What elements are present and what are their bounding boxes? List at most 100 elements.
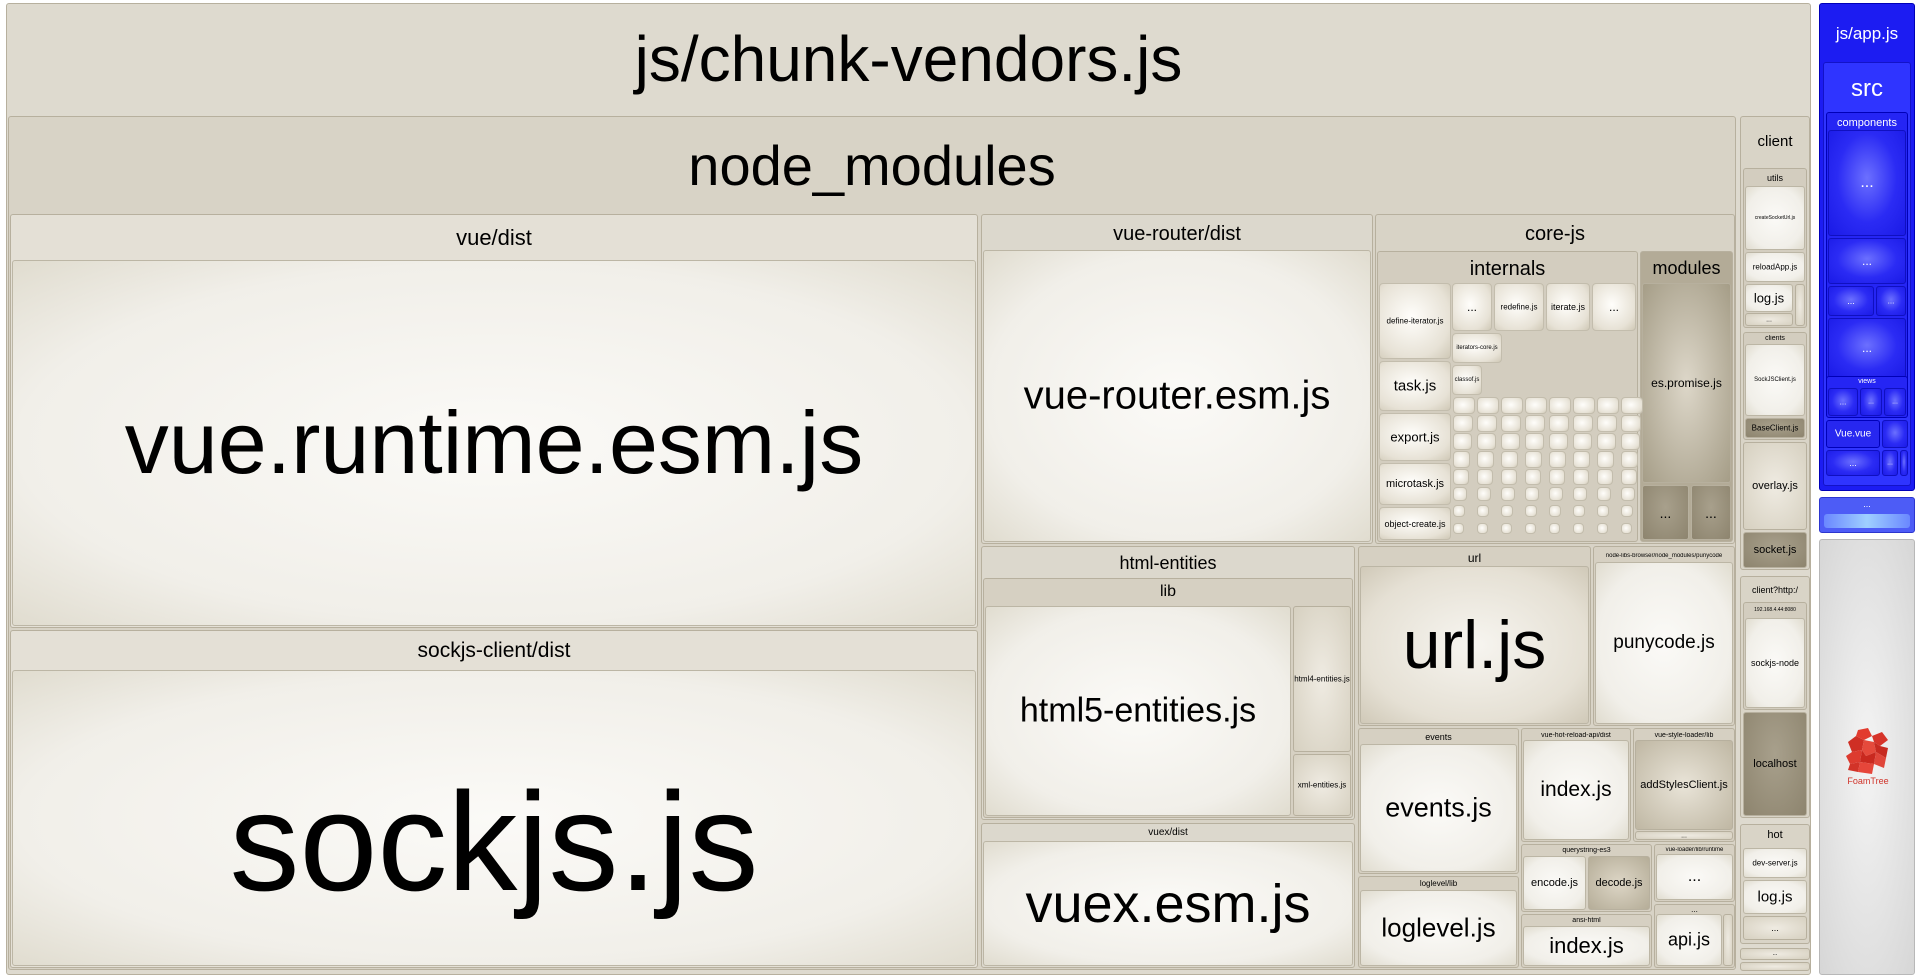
internals-small-file[interactable] <box>1573 469 1589 485</box>
internals-small-file[interactable] <box>1549 505 1562 518</box>
internals-small-file[interactable] <box>1477 451 1495 468</box>
modules-more-1[interactable]: ... <box>1642 485 1689 540</box>
dev-server-file[interactable]: dev-server.js <box>1743 848 1807 878</box>
component-file-3[interactable]: ... <box>1828 286 1874 316</box>
internals-small-file[interactable] <box>1597 451 1615 468</box>
internals-small-file[interactable] <box>1621 505 1634 518</box>
internals-small-file[interactable] <box>1477 415 1498 432</box>
internals-small-file[interactable] <box>1501 469 1517 485</box>
internals-small-file[interactable] <box>1453 433 1472 450</box>
hot-more[interactable]: ... <box>1743 916 1807 940</box>
internals-more-a[interactable]: ... <box>1452 283 1492 331</box>
internals-small-file[interactable] <box>1477 505 1490 518</box>
base-client-file[interactable]: BaseClient.js <box>1745 418 1805 438</box>
internals-small-file[interactable] <box>1549 469 1565 485</box>
internals-small-file[interactable] <box>1525 397 1547 414</box>
internals-small-file[interactable] <box>1573 487 1587 501</box>
internals-small-file[interactable] <box>1597 505 1610 518</box>
chunk-grey-block[interactable]: FoamTree <box>1819 539 1915 975</box>
internals-small-file[interactable] <box>1477 469 1493 485</box>
internals-small-file[interactable] <box>1597 523 1608 534</box>
view-file-3[interactable]: ... <box>1884 388 1906 416</box>
internals-small-file[interactable] <box>1501 451 1519 468</box>
internals-small-file[interactable] <box>1549 523 1560 534</box>
es-promise-file[interactable]: es.promise.js <box>1642 283 1731 483</box>
add-styles-client-file[interactable]: addStylesClient.js <box>1635 740 1733 830</box>
internals-small-file[interactable] <box>1477 433 1496 450</box>
vue-runtime-file[interactable]: vue.runtime.esm.js <box>12 260 976 626</box>
classof-file[interactable]: classof.js <box>1452 365 1482 395</box>
url-file[interactable]: url.js <box>1360 566 1589 724</box>
vue-router-file[interactable]: vue-router.esm.js <box>983 250 1371 542</box>
internals-small-file[interactable] <box>1501 397 1523 414</box>
internals-small-file[interactable] <box>1597 397 1619 414</box>
internals-small-file[interactable] <box>1501 523 1512 534</box>
vue-loader-file[interactable]: ... <box>1656 854 1733 900</box>
loglevel-file[interactable]: loglevel.js <box>1360 890 1517 966</box>
internals-small-file[interactable] <box>1549 487 1563 501</box>
component-file-4[interactable]: ... <box>1876 286 1906 316</box>
modules-more-2[interactable]: ... <box>1691 485 1731 540</box>
internals-small-file[interactable] <box>1501 487 1515 501</box>
internals-small-file[interactable] <box>1549 451 1567 468</box>
internals-small-file[interactable] <box>1573 505 1586 518</box>
app-more-4[interactable] <box>1900 450 1908 476</box>
redefine-file[interactable]: redefine.js <box>1494 283 1544 331</box>
ansi-html-file[interactable]: index.js <box>1523 926 1650 966</box>
internals-small-file[interactable] <box>1597 415 1618 432</box>
internals-small-file[interactable] <box>1573 397 1595 414</box>
hot-log-file[interactable]: log.js <box>1743 880 1807 914</box>
sockjs-client-file[interactable]: SockJSClient.js <box>1745 344 1805 416</box>
internals-small-file[interactable] <box>1573 433 1592 450</box>
internals-small-file[interactable] <box>1501 415 1522 432</box>
internals-small-file[interactable] <box>1597 433 1616 450</box>
internals-small-file[interactable] <box>1621 451 1639 468</box>
view-file-2[interactable]: ... <box>1860 388 1882 416</box>
internals-small-file[interactable] <box>1525 451 1543 468</box>
internals-small-file[interactable] <box>1525 433 1544 450</box>
internals-small-file[interactable] <box>1621 415 1642 432</box>
client-utils-log-file[interactable]: log.js <box>1745 284 1793 312</box>
internals-small-file[interactable] <box>1621 523 1632 534</box>
internals-more-b[interactable]: ... <box>1592 283 1636 331</box>
internals-small-file[interactable] <box>1453 397 1475 414</box>
internals-small-file[interactable] <box>1453 505 1466 518</box>
iterate-file[interactable]: iterate.js <box>1546 283 1590 331</box>
xml-entities-file[interactable]: xml-entities.js <box>1293 754 1351 816</box>
internals-small-file[interactable] <box>1597 469 1613 485</box>
internals-small-file[interactable] <box>1549 415 1570 432</box>
decode-file[interactable]: decode.js <box>1588 856 1650 910</box>
internals-small-file[interactable] <box>1477 523 1488 534</box>
internals-small-file[interactable] <box>1573 415 1594 432</box>
app-more-3[interactable]: ... <box>1882 450 1898 476</box>
component-file-1[interactable]: ... <box>1828 130 1906 236</box>
internals-small-file[interactable] <box>1525 469 1541 485</box>
internals-small-file[interactable] <box>1525 505 1538 518</box>
object-create-file[interactable]: object-create.js <box>1379 507 1451 540</box>
iterators-core-file[interactable]: iterators-core.js <box>1452 333 1502 363</box>
internals-small-file[interactable] <box>1453 451 1471 468</box>
export-file[interactable]: export.js <box>1379 413 1451 461</box>
chunk-secondary-block[interactable]: ... <box>1819 497 1915 533</box>
api-more[interactable] <box>1723 914 1733 966</box>
vendors-more-1[interactable]: ... <box>1740 948 1810 960</box>
internals-small-file[interactable] <box>1525 415 1546 432</box>
internals-small-file[interactable] <box>1477 487 1491 501</box>
client-utils-more-2[interactable]: ... <box>1745 313 1793 326</box>
internals-small-file[interactable] <box>1453 523 1464 534</box>
app-more-1[interactable] <box>1882 420 1908 448</box>
internals-small-file[interactable] <box>1573 523 1584 534</box>
internals-small-file[interactable] <box>1597 487 1611 501</box>
client-socket-file[interactable]: socket.js <box>1743 532 1807 568</box>
define-iterator-file[interactable]: define-iterator.js <box>1379 283 1451 359</box>
internals-small-file[interactable] <box>1525 523 1536 534</box>
create-socket-url-file[interactable]: createSocketUrl.js <box>1745 186 1805 250</box>
html5-entities-file[interactable]: html5-entities.js <box>985 606 1291 816</box>
internals-small-file[interactable] <box>1549 433 1568 450</box>
overlay-file[interactable]: overlay.js <box>1743 442 1807 530</box>
style-loader-more[interactable]: ... <box>1635 831 1733 840</box>
internals-small-file[interactable] <box>1525 487 1539 501</box>
internals-small-file[interactable] <box>1477 397 1499 414</box>
client-utils-more-1[interactable] <box>1795 284 1805 326</box>
task-file[interactable]: task.js <box>1379 361 1451 411</box>
